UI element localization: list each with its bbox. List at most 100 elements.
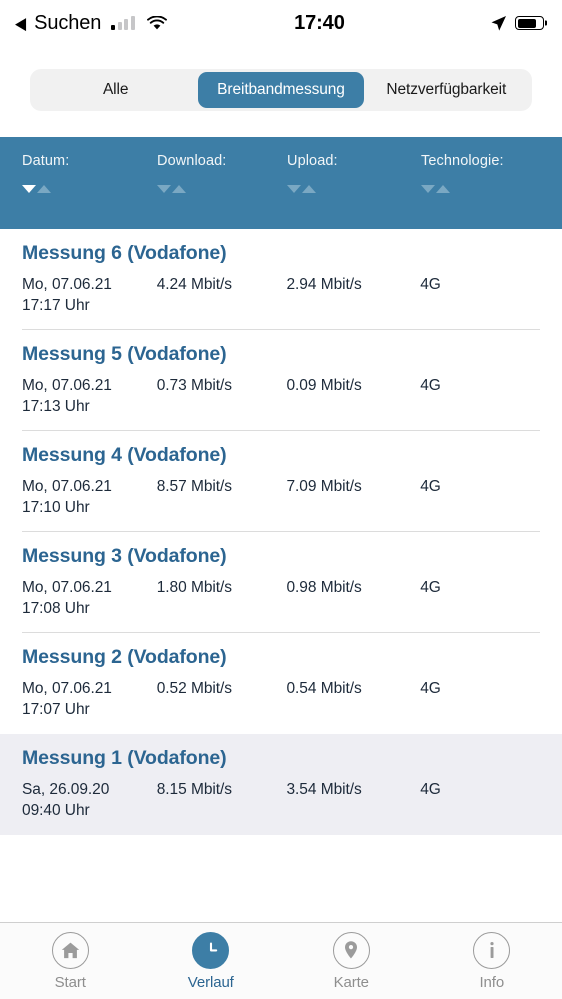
status-clock: 17:40 [294, 11, 345, 34]
sort-descending-icon[interactable] [287, 185, 301, 193]
sort-control-download[interactable] [157, 185, 186, 193]
cell-time-value: 17:07 Uhr [22, 701, 90, 718]
app-screen: ◀ Suchen 17:40 Alle Breitbandmessung Net… [0, 0, 562, 999]
tab-start[interactable]: Start [0, 931, 141, 991]
column-header-technologie-label: Technologie: [421, 153, 504, 169]
cell-technologie: 4G [420, 680, 441, 697]
cell-datum: Sa, 26.09.20 09:40 Uhr [22, 779, 157, 821]
status-carrier-label[interactable]: Suchen [34, 12, 101, 35]
measurement-values: Mo, 07.06.21 17:17 Uhr 4.24 Mbit/s 2.94 … [22, 274, 540, 316]
cell-upload: 0.54 Mbit/s [286, 680, 362, 697]
segment-breitbandmessung[interactable]: Breitbandmessung [198, 72, 364, 108]
clock-icon[interactable] [192, 931, 230, 969]
cell-technologie: 4G [420, 579, 441, 596]
cell-upload: 0.09 Mbit/s [286, 377, 362, 394]
sort-control-datum[interactable] [22, 185, 51, 193]
cell-upload: 0.98 Mbit/s [286, 579, 362, 596]
measurement-title: Messung 2 (Vodafone) [22, 646, 227, 668]
tab-verlauf-label: Verlauf [187, 973, 234, 991]
cell-upload: 2.94 Mbit/s [286, 276, 362, 293]
measurement-values: Mo, 07.06.21 17:10 Uhr 8.57 Mbit/s 7.09 … [22, 476, 540, 518]
column-header-upload-label: Upload: [287, 153, 338, 169]
sort-ascending-icon[interactable] [37, 185, 51, 193]
cell-time-value: 17:08 Uhr [22, 600, 90, 617]
cell-download: 8.57 Mbit/s [156, 478, 232, 495]
column-header-datum-label: Datum: [22, 153, 70, 169]
table-row[interactable]: Messung 4 (Vodafone) Mo, 07.06.21 17:10 … [0, 431, 562, 532]
tab-karte[interactable]: Karte [281, 931, 422, 991]
table-row[interactable]: Messung 6 (Vodafone) Mo, 07.06.21 17:17 … [0, 229, 562, 330]
cell-upload: 3.54 Mbit/s [286, 781, 362, 798]
info-icon[interactable] [473, 931, 511, 969]
cell-download: 8.15 Mbit/s [156, 781, 232, 798]
status-bar: ◀ Suchen 17:40 [0, 0, 562, 46]
tab-start-label: Start [54, 973, 86, 991]
filter-segmented-control-container: Alle Breitbandmessung Netzverfügbarkeit [0, 46, 562, 137]
column-header-technologie[interactable]: Technologie: [421, 137, 541, 229]
battery-icon [515, 16, 544, 30]
sort-control-technologie[interactable] [421, 185, 450, 193]
cell-technologie: 4G [420, 377, 441, 394]
measurement-title: Messung 4 (Vodafone) [22, 444, 227, 466]
measurement-title: Messung 5 (Vodafone) [22, 343, 227, 365]
cell-date-value: Mo, 07.06.21 [22, 680, 112, 697]
segment-alle[interactable]: Alle [33, 72, 198, 108]
cell-time-value: 17:10 Uhr [22, 499, 90, 516]
home-icon[interactable] [51, 931, 89, 969]
sort-ascending-icon[interactable] [172, 185, 186, 193]
table-row[interactable]: Messung 5 (Vodafone) Mo, 07.06.21 17:13 … [0, 330, 562, 431]
cell-download: 4.24 Mbit/s [156, 276, 232, 293]
column-header-download-label: Download: [157, 153, 227, 169]
column-header-datum[interactable]: Datum: [22, 137, 157, 229]
table-row[interactable]: Messung 2 (Vodafone) Mo, 07.06.21 17:07 … [0, 633, 562, 734]
cell-datum: Mo, 07.06.21 17:07 Uhr [22, 678, 157, 720]
cell-download: 0.73 Mbit/s [156, 377, 232, 394]
sort-descending-icon[interactable] [22, 185, 36, 193]
tab-verlauf[interactable]: Verlauf [141, 931, 282, 991]
column-header-upload[interactable]: Upload: [287, 137, 421, 229]
measurement-values: Mo, 07.06.21 17:13 Uhr 0.73 Mbit/s 0.09 … [22, 375, 540, 417]
measurement-title: Messung 3 (Vodafone) [22, 545, 227, 567]
filter-segmented-control[interactable]: Alle Breitbandmessung Netzverfügbarkeit [30, 69, 532, 111]
cell-date-value: Mo, 07.06.21 [22, 276, 112, 293]
cellular-signal-icon [111, 16, 135, 30]
cell-upload: 7.09 Mbit/s [286, 478, 362, 495]
measurement-list: Messung 6 (Vodafone) Mo, 07.06.21 17:17 … [0, 229, 562, 922]
cell-date-value: Mo, 07.06.21 [22, 377, 112, 394]
cell-time-value: 17:13 Uhr [22, 398, 90, 415]
table-row[interactable]: Messung 3 (Vodafone) Mo, 07.06.21 17:08 … [0, 532, 562, 633]
cell-time-value: 09:40 Uhr [22, 802, 90, 819]
cell-date-value: Mo, 07.06.21 [22, 478, 112, 495]
measurement-values: Mo, 07.06.21 17:07 Uhr 0.52 Mbit/s 0.54 … [22, 678, 540, 720]
cell-technologie: 4G [420, 276, 441, 293]
cell-download: 1.80 Mbit/s [156, 579, 232, 596]
sort-ascending-icon[interactable] [436, 185, 450, 193]
back-arrow-icon[interactable]: ◀ [15, 15, 26, 32]
table-header: Datum: Download: Upload: Technologie: [0, 137, 562, 229]
sort-descending-icon[interactable] [157, 185, 171, 193]
cell-technologie: 4G [420, 781, 441, 798]
tab-info[interactable]: Info [422, 931, 562, 991]
measurement-title: Messung 6 (Vodafone) [22, 242, 227, 264]
cell-datum: Mo, 07.06.21 17:13 Uhr [22, 375, 157, 417]
column-header-download[interactable]: Download: [157, 137, 287, 229]
segment-netzverfuegbarkeit[interactable]: Netzverfügbarkeit [364, 72, 529, 108]
status-bar-left: ◀ Suchen [14, 12, 167, 35]
cell-datum: Mo, 07.06.21 17:10 Uhr [22, 476, 157, 518]
measurement-title: Messung 1 (Vodafone) [22, 747, 227, 769]
measurement-values: Sa, 26.09.20 09:40 Uhr 8.15 Mbit/s 3.54 … [22, 779, 540, 821]
sort-control-upload[interactable] [287, 185, 316, 193]
table-row[interactable]: Messung 1 (Vodafone) Sa, 26.09.20 09:40 … [0, 734, 562, 835]
tab-info-label: Info [479, 973, 505, 991]
cell-datum: Mo, 07.06.21 17:17 Uhr [22, 274, 157, 316]
cell-download: 0.52 Mbit/s [156, 680, 232, 697]
bottom-tab-bar: Start Verlauf Karte Info [0, 922, 562, 999]
measurement-values: Mo, 07.06.21 17:08 Uhr 1.80 Mbit/s 0.98 … [22, 577, 540, 619]
cell-time-value: 17:17 Uhr [22, 297, 90, 314]
map-pin-icon[interactable] [332, 931, 370, 969]
sort-ascending-icon[interactable] [302, 185, 316, 193]
status-bar-right [490, 15, 544, 32]
sort-descending-icon[interactable] [421, 185, 435, 193]
tab-karte-label: Karte [333, 973, 369, 991]
cell-date-value: Mo, 07.06.21 [22, 579, 112, 596]
